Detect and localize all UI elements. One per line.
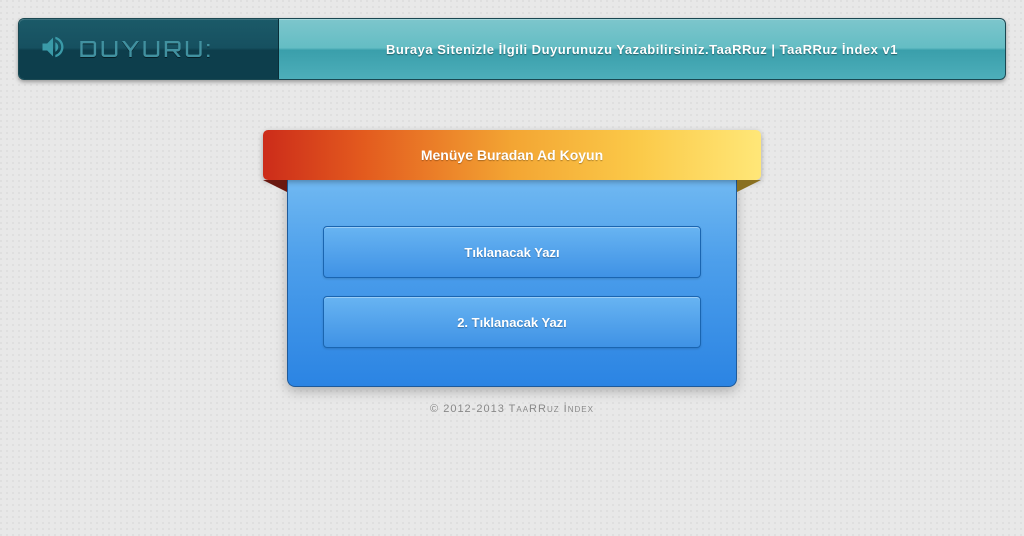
menu-title-ribbon: Menüye Buradan Ad Koyun	[263, 130, 761, 180]
ribbon-fold-left	[263, 180, 287, 192]
menu-item-2[interactable]: 2. Tıklanacak Yazı	[323, 296, 701, 348]
announcement-bar: Duyuru: Buraya Sitenizle İlgili Duyurunu…	[18, 18, 1006, 80]
menu-wrapper: Menüye Buradan Ad Koyun Tıklanacak Yazı …	[287, 130, 737, 415]
speaker-icon	[39, 33, 67, 66]
announcement-message: Buraya Sitenizle İlgili Duyurunuzu Yazab…	[386, 42, 898, 57]
announcement-label-text: Duyuru:	[79, 36, 214, 63]
announcement-text: Buraya Sitenizle İlgili Duyurunuzu Yazab…	[279, 19, 1005, 79]
menu-item-1[interactable]: Tıklanacak Yazı	[323, 226, 701, 278]
announcement-label: Duyuru:	[19, 19, 279, 79]
ribbon-fold-right	[737, 180, 761, 192]
menu-title: Menüye Buradan Ad Koyun	[421, 147, 603, 163]
footer-copyright: © 2012-2013 TaaRRuz İndex	[287, 403, 737, 415]
menu-panel: Tıklanacak Yazı 2. Tıklanacak Yazı	[287, 176, 737, 387]
